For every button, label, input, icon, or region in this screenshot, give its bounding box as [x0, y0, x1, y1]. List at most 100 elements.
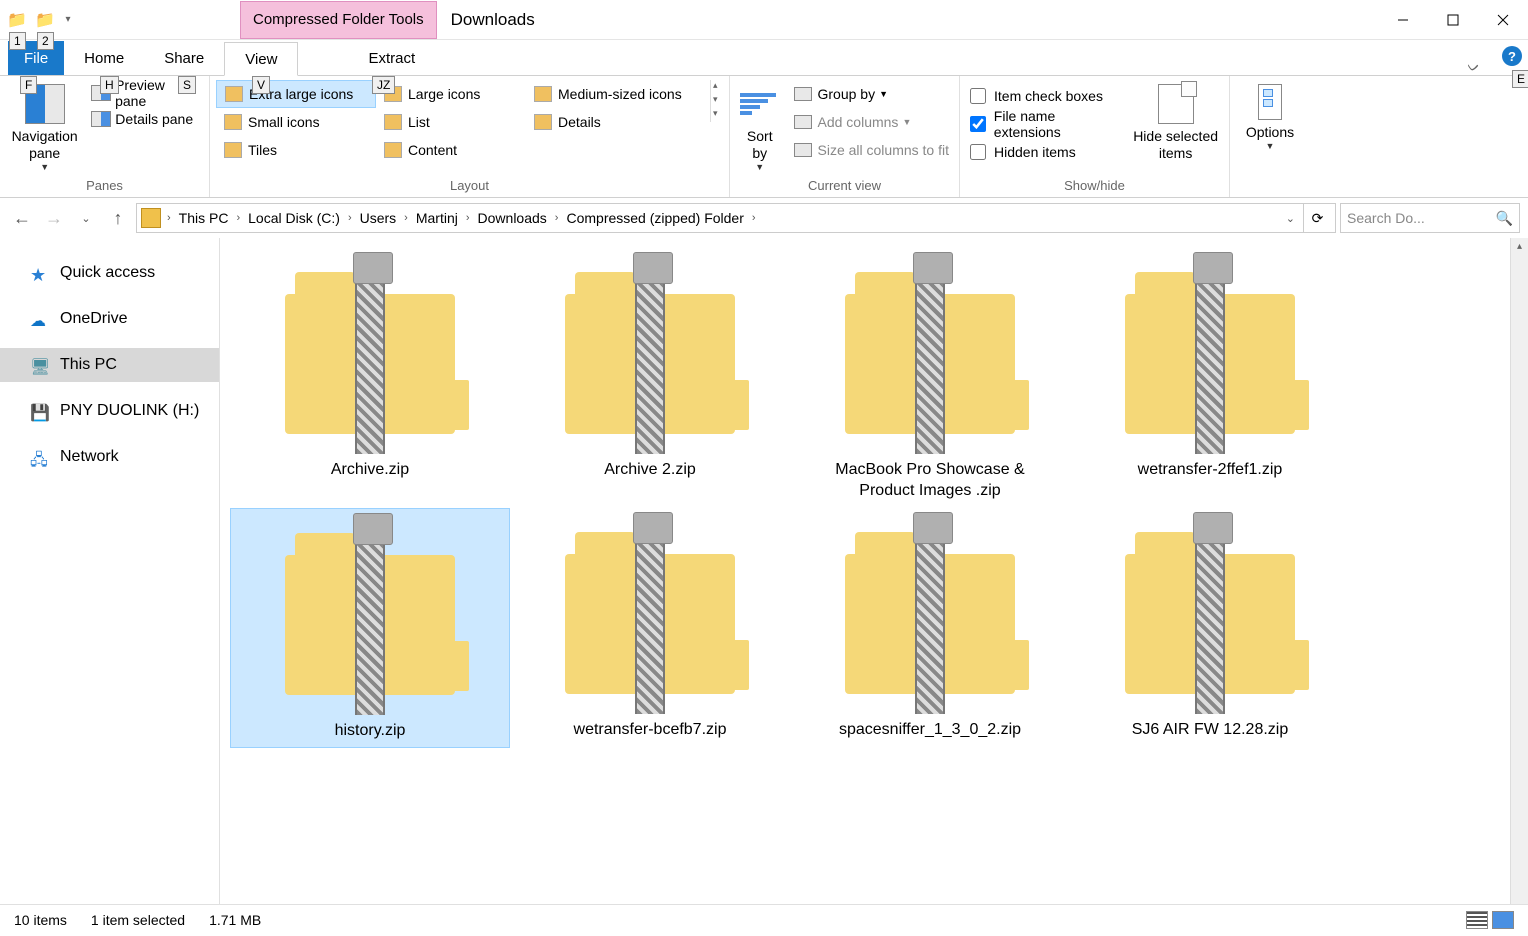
- group-label: Show/hide: [966, 176, 1223, 195]
- collapse-ribbon-button[interactable]: ᨆ: [1459, 58, 1488, 75]
- breadcrumb-sep[interactable]: ›: [553, 212, 561, 224]
- layout-list[interactable]: List: [376, 108, 526, 136]
- up-button[interactable]: ↑: [104, 204, 132, 232]
- checkbox[interactable]: [970, 116, 986, 132]
- zip-folder-icon: [285, 254, 455, 454]
- layout-medium-icons[interactable]: Medium-sized icons: [526, 80, 706, 108]
- breadcrumb-item[interactable]: Local Disk (C:): [244, 210, 344, 226]
- breadcrumb-item[interactable]: Downloads: [474, 210, 551, 226]
- size-columns-button[interactable]: Size all columns to fit: [790, 136, 954, 164]
- tab-home[interactable]: Home: [64, 41, 144, 75]
- address-dropdown[interactable]: ⌄: [1286, 212, 1295, 225]
- file-item[interactable]: SJ6 AIR FW 12.28.zip: [1070, 508, 1350, 749]
- label: Size all columns to fit: [818, 142, 950, 158]
- breadcrumb-item[interactable]: Martinj: [412, 210, 462, 226]
- breadcrumb-item[interactable]: Compressed (zipped) Folder: [562, 210, 747, 226]
- file-name-extensions-toggle[interactable]: File name extensions: [970, 110, 1124, 138]
- file-name: wetransfer-2ffef1.zip: [1138, 460, 1283, 481]
- breadcrumb-sep[interactable]: ›: [464, 212, 472, 224]
- breadcrumb[interactable]: › This PC› Local Disk (C:)› Users› Marti…: [136, 203, 1336, 233]
- drive-icon: 💾: [30, 403, 50, 419]
- layout-details[interactable]: Details: [526, 108, 706, 136]
- options-button[interactable]: Options ▼: [1236, 80, 1304, 156]
- cloud-icon: ☁: [30, 311, 50, 327]
- scroll-up-icon[interactable]: ▴: [1511, 238, 1528, 256]
- close-button[interactable]: [1478, 0, 1528, 40]
- add-columns-button[interactable]: Add columns ▼: [790, 108, 954, 136]
- group-by-button[interactable]: Group by ▼: [790, 80, 954, 108]
- address-bar-row: ← → ⌄ ↑ › This PC› Local Disk (C:)› User…: [0, 198, 1528, 238]
- sidebar-item-label: PNY DUOLINK (H:): [60, 402, 199, 420]
- large-icons-view-button[interactable]: [1492, 911, 1514, 929]
- file-item[interactable]: Archive.zip: [230, 248, 510, 508]
- group-label: Layout: [216, 176, 723, 195]
- breadcrumb-item[interactable]: This PC: [175, 210, 233, 226]
- recent-locations-dropdown[interactable]: ⌄: [72, 204, 100, 232]
- hide-selected-items-button[interactable]: Hide selected items: [1128, 80, 1223, 166]
- sidebar-item-pny-duolink-h-[interactable]: 💾 PNY DUOLINK (H:): [0, 394, 219, 428]
- layout-small-icons[interactable]: Small icons: [216, 108, 376, 136]
- file-item[interactable]: wetransfer-bcefb7.zip: [510, 508, 790, 749]
- forward-button[interactable]: →: [40, 204, 68, 232]
- tab-share[interactable]: Share: [144, 41, 224, 75]
- add-columns-icon: [794, 115, 812, 129]
- maximize-button[interactable]: [1428, 0, 1478, 40]
- search-input[interactable]: Search Do... 🔍: [1340, 203, 1520, 233]
- details-pane-button[interactable]: Details pane: [87, 106, 203, 132]
- breadcrumb-item[interactable]: Users: [356, 210, 401, 226]
- details-view-button[interactable]: [1466, 911, 1488, 929]
- ribbon-group-layout: Extra large icons Small icons Tiles Larg…: [210, 76, 730, 197]
- back-button[interactable]: ←: [8, 204, 36, 232]
- file-item[interactable]: wetransfer-2ffef1.zip: [1070, 248, 1350, 508]
- sidebar-item-onedrive[interactable]: ☁OneDrive: [0, 302, 219, 336]
- sidebar-item-network[interactable]: 🖧Network: [0, 440, 219, 474]
- zip-folder-icon: [845, 254, 1015, 454]
- label: Navigation pane: [8, 128, 81, 162]
- layout-content[interactable]: Content: [376, 136, 526, 164]
- layout-gallery-scroll[interactable]: ▴▾▾: [710, 80, 720, 122]
- sidebar-item-this-pc[interactable]: 🖥This PC: [0, 348, 219, 382]
- help-icon[interactable]: ?: [1502, 46, 1522, 66]
- tab-view[interactable]: View: [224, 42, 298, 76]
- refresh-button[interactable]: ⟳: [1303, 204, 1331, 232]
- sidebar-item-quick-access[interactable]: ★Quick access: [0, 256, 219, 290]
- item-check-boxes-toggle[interactable]: Item check boxes: [970, 82, 1124, 110]
- minimize-button[interactable]: [1378, 0, 1428, 40]
- qat-app-icon[interactable]: 📁 1: [4, 7, 30, 33]
- file-item[interactable]: Archive 2.zip: [510, 248, 790, 508]
- breadcrumb-sep[interactable]: ›: [234, 212, 242, 224]
- breadcrumb-sep[interactable]: ›: [402, 212, 410, 224]
- label: Details pane: [115, 111, 193, 127]
- ribbon-group-panes: Navigation pane ▼ Preview pane Details p…: [0, 76, 210, 197]
- tab-extract[interactable]: Extract: [348, 41, 435, 75]
- file-name: Archive 2.zip: [604, 460, 696, 481]
- file-item[interactable]: MacBook Pro Showcase & Product Images .z…: [790, 248, 1070, 508]
- layout-extra-large-icons[interactable]: Extra large icons: [216, 80, 376, 108]
- chevron-down-icon: ▼: [879, 89, 888, 99]
- sort-by-button[interactable]: Sort by ▼: [736, 80, 784, 176]
- vertical-scrollbar[interactable]: ▴: [1510, 238, 1528, 904]
- content-pane[interactable]: Archive.zip Archive 2.zip MacBook Pro Show…: [220, 238, 1528, 904]
- breadcrumb-sep[interactable]: ›: [346, 212, 354, 224]
- status-bar: 10 items 1 item selected 1.71 MB: [0, 904, 1528, 934]
- checkbox[interactable]: [970, 144, 986, 160]
- layout-tiles[interactable]: Tiles: [216, 136, 376, 164]
- hide-selected-icon: [1158, 84, 1194, 124]
- layout-large-icons[interactable]: Large icons: [376, 80, 526, 108]
- chevron-down-icon: ▼: [1266, 141, 1275, 152]
- label: Large icons: [408, 86, 480, 102]
- file-item[interactable]: history.zip: [230, 508, 510, 749]
- breadcrumb-sep[interactable]: ›: [165, 212, 173, 224]
- breadcrumb-sep[interactable]: ›: [750, 212, 758, 224]
- group-label: [1236, 176, 1304, 195]
- navigation-pane-button[interactable]: Navigation pane ▼: [6, 80, 83, 176]
- keytip: H: [100, 76, 119, 94]
- qat-new-folder-icon[interactable]: 📁 2: [32, 7, 58, 33]
- hidden-items-toggle[interactable]: Hidden items: [970, 138, 1124, 166]
- file-item[interactable]: spacesniffer_1_3_0_2.zip: [790, 508, 1070, 749]
- qat-customize-dropdown[interactable]: ▾: [60, 7, 76, 33]
- file-name: SJ6 AIR FW 12.28.zip: [1132, 720, 1289, 741]
- layout-icon: [224, 114, 242, 130]
- contextual-tab-compressed[interactable]: Compressed Folder Tools: [240, 1, 437, 39]
- checkbox[interactable]: [970, 88, 986, 104]
